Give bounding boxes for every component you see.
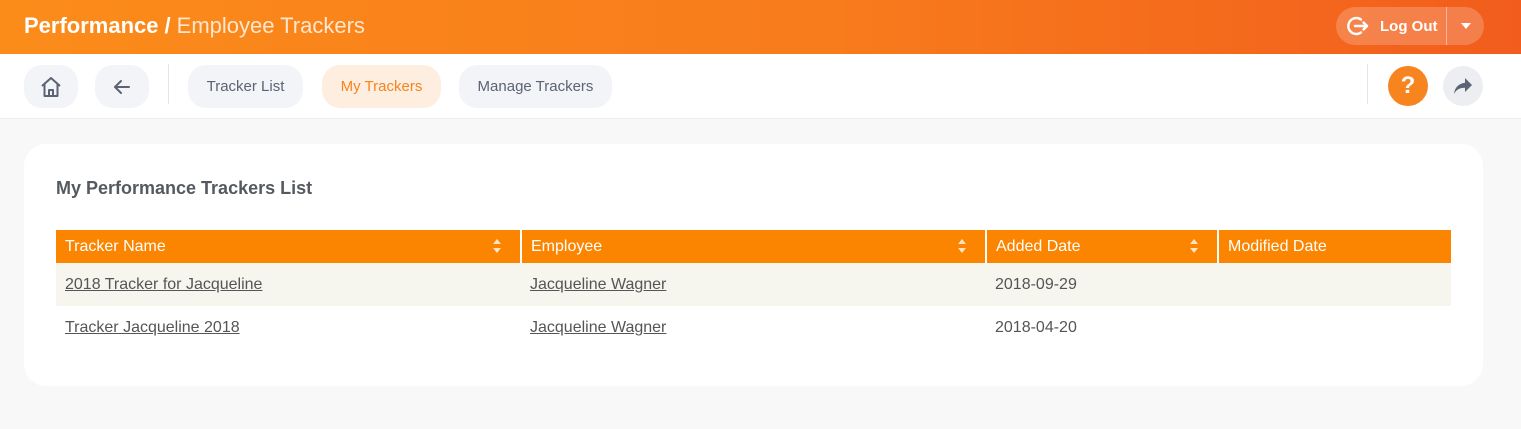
logout-label: Log Out <box>1380 17 1438 35</box>
toolbar-divider-left <box>168 64 169 104</box>
added-date-cell: 2018-04-20 <box>995 318 1077 336</box>
column-header-employee[interactable]: Employee <box>521 230 987 263</box>
sort-icon <box>1190 239 1198 253</box>
toolbar-divider-right <box>1367 64 1368 104</box>
trackers-card: My Performance Trackers List Tracker Nam… <box>24 144 1483 386</box>
caret-down-icon <box>1460 23 1471 29</box>
tracker-name-link[interactable]: 2018 Tracker for Jacqueline <box>65 276 262 293</box>
tab-tracker-list[interactable]: Tracker List <box>188 65 303 108</box>
column-header-added-date[interactable]: Added Date <box>986 230 1219 263</box>
share-icon <box>1454 78 1472 94</box>
modified-date-cell <box>1218 306 1451 349</box>
tracker-name-cell: Tracker Jacqueline 2018 <box>56 306 521 349</box>
table-header-row: Tracker Name Employee Added Date Modifie… <box>56 230 1451 263</box>
home-icon <box>41 76 61 97</box>
column-header-modified-date[interactable]: Modified Date <box>1218 230 1451 263</box>
home-button[interactable] <box>24 65 78 108</box>
employee-link[interactable]: Jacqueline Wagner <box>530 276 666 293</box>
table-row: Tracker Jacqueline 2018 Jacqueline Wagne… <box>56 306 1451 349</box>
breadcrumb-current: Employee Trackers <box>176 13 365 38</box>
top-header: Performance / Employee Trackers Log Out <box>0 0 1521 54</box>
logout-icon <box>1347 16 1369 36</box>
tab-manage-trackers[interactable]: Manage Trackers <box>459 65 612 108</box>
breadcrumb-separator: / <box>164 13 171 38</box>
modified-date-cell <box>1218 263 1451 306</box>
card-title: My Performance Trackers List <box>56 178 313 198</box>
sort-icon <box>958 239 966 253</box>
employee-cell: Jacqueline Wagner <box>521 306 986 349</box>
back-button[interactable] <box>95 65 149 108</box>
tracker-name-link[interactable]: Tracker Jacqueline 2018 <box>65 319 240 336</box>
employee-link[interactable]: Jacqueline Wagner <box>530 319 666 336</box>
breadcrumb: Performance / Employee Trackers <box>24 12 365 40</box>
table-row: 2018 Tracker for Jacqueline Jacqueline W… <box>56 263 1451 306</box>
toolbar: Tracker List My Trackers Manage Trackers… <box>0 54 1521 119</box>
breadcrumb-root[interactable]: Performance <box>24 13 159 38</box>
employee-cell: Jacqueline Wagner <box>521 263 986 306</box>
trackers-table: Tracker Name Employee Added Date Modifie… <box>56 230 1451 349</box>
tracker-name-cell: 2018 Tracker for Jacqueline <box>56 263 521 306</box>
help-button[interactable]: ? <box>1388 66 1428 106</box>
back-arrow-icon <box>114 79 130 94</box>
column-header-tracker-name[interactable]: Tracker Name <box>56 230 522 263</box>
added-date-cell: 2018-09-29 <box>986 263 1218 306</box>
tab-my-trackers[interactable]: My Trackers <box>322 65 441 108</box>
sort-icon <box>493 239 501 253</box>
logout-group: Log Out <box>1336 7 1484 45</box>
logout-menu-toggle[interactable] <box>1447 7 1484 45</box>
help-icon: ? <box>1400 72 1416 99</box>
logout-button[interactable]: Log Out <box>1336 7 1446 45</box>
share-button[interactable] <box>1443 66 1483 106</box>
